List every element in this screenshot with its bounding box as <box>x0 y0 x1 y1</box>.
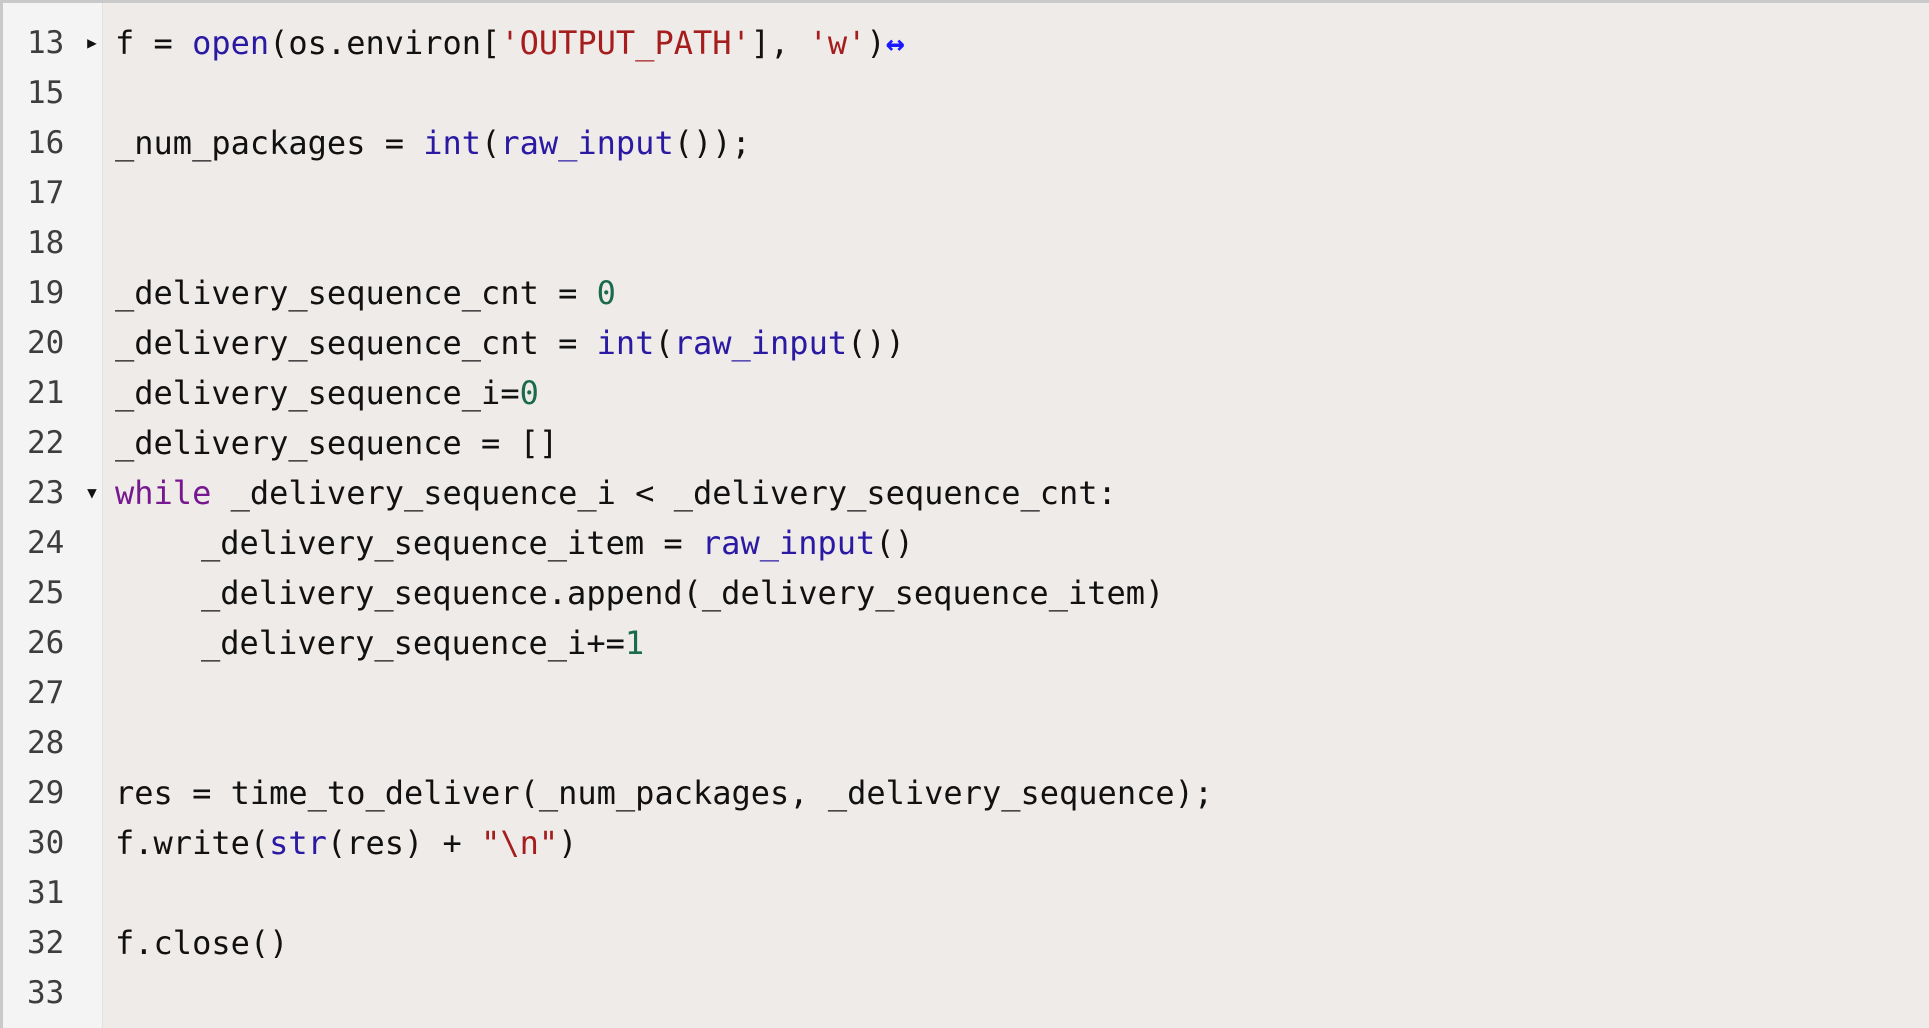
code-token: _delivery_sequence_i+= <box>201 624 625 662</box>
fold-collapsed-icon[interactable]: ▶ <box>83 20 101 66</box>
line-number: 24 <box>27 525 65 561</box>
line-number: 22 <box>27 425 65 461</box>
code-line[interactable]: 31 <box>3 870 1929 920</box>
code-text[interactable]: _delivery_sequence_cnt = 0 <box>115 270 616 316</box>
line-number: 25 <box>27 575 65 611</box>
code-line[interactable]: 32 f.close() <box>3 920 1929 970</box>
code-text[interactable]: _delivery_sequence_item = raw_input() <box>115 520 914 566</box>
code-token: f.write( <box>115 824 270 862</box>
code-token: ()); <box>673 124 751 162</box>
line-number: 20 <box>27 325 65 361</box>
line-number: 33 <box>27 975 65 1011</box>
code-token: ], <box>750 24 809 62</box>
code-text[interactable]: f.close() <box>115 920 288 966</box>
code-token: str <box>269 824 327 862</box>
code-line[interactable]: 21 _delivery_sequence_i=0 <box>3 370 1929 420</box>
code-token: res = time_to_deliver(_num_packages, _de… <box>115 774 1214 812</box>
code-token: ) <box>866 24 886 62</box>
code-token: _delivery_sequence_i= <box>115 374 520 412</box>
line-number: 21 <box>27 375 65 411</box>
collapsed-region-icon[interactable]: ↔ <box>886 24 905 62</box>
line-number: 30 <box>27 825 65 861</box>
code-token: 0 <box>596 274 616 312</box>
code-text[interactable]: while _delivery_sequence_i < _delivery_s… <box>115 470 1117 516</box>
code-token: int <box>596 324 655 362</box>
code-line[interactable]: 13 ▶ f = open(os.environ['OUTPUT_PATH'], '… <box>3 20 1929 70</box>
code-token: f = <box>115 24 193 62</box>
code-token: raw_input <box>701 524 876 562</box>
line-number: 29 <box>27 775 65 811</box>
code-text[interactable]: _delivery_sequence.append(_delivery_sequ… <box>115 570 1164 616</box>
code-line[interactable]: 22 _delivery_sequence = [] <box>3 420 1929 470</box>
code-text[interactable]: _num_packages = int(raw_input()); <box>115 120 751 166</box>
code-line[interactable]: 15 <box>3 70 1929 120</box>
code-line[interactable]: 26 _delivery_sequence_i+=1 <box>3 620 1929 670</box>
code-text[interactable]: f.write(str(res) + "\n") <box>115 820 577 866</box>
code-token: _num_packages = <box>115 124 424 162</box>
code-line[interactable]: 19 _delivery_sequence_cnt = 0 <box>3 270 1929 320</box>
code-token: 0 <box>519 374 539 412</box>
line-number: 13 <box>27 25 65 61</box>
line-number: 23 <box>27 475 65 511</box>
line-number: 17 <box>27 175 65 211</box>
code-line[interactable]: 29 res = time_to_deliver(_num_packages, _… <box>3 770 1929 820</box>
code-token: _delivery_sequence_cnt = <box>115 324 597 362</box>
code-text[interactable]: res = time_to_deliver(_num_packages, _de… <box>115 770 1213 816</box>
line-number: 15 <box>27 75 65 111</box>
code-line[interactable]: 16 _num_packages = int(raw_input()); <box>3 120 1929 170</box>
line-number: 27 <box>27 675 65 711</box>
code-token: while <box>115 474 212 512</box>
code-token: _delivery_sequence.append(_delivery_sequ… <box>201 574 1165 612</box>
code-token: _delivery_sequence_i < _delivery_sequenc… <box>211 474 1117 512</box>
code-token: f.close() <box>115 924 289 962</box>
code-token: ) <box>558 824 578 862</box>
code-token: ( <box>481 124 501 162</box>
line-number: 26 <box>27 625 65 661</box>
code-lines[interactable]: 13 ▶ f = open(os.environ['OUTPUT_PATH'], '… <box>3 20 1929 1020</box>
code-token: _delivery_sequence_item = <box>201 524 702 562</box>
line-number: 31 <box>27 875 65 911</box>
code-token: (os.environ[ <box>269 24 501 62</box>
code-token: (res) + <box>326 824 482 862</box>
code-token: 'OUTPUT_PATH' <box>500 24 751 62</box>
code-line[interactable]: 24 _delivery_sequence_item = raw_input() <box>3 520 1929 570</box>
code-token: ()) <box>847 324 905 362</box>
code-token: open <box>192 24 270 62</box>
code-line[interactable]: 25 _delivery_sequence.append(_delivery_se… <box>3 570 1929 620</box>
line-number: 16 <box>27 125 65 161</box>
code-token: _delivery_sequence = [] <box>115 424 559 462</box>
fold-expanded-icon[interactable]: ▼ <box>83 470 101 516</box>
code-token: raw_input <box>500 124 674 162</box>
code-text[interactable]: _delivery_sequence_i+=1 <box>115 620 644 666</box>
code-line[interactable]: 23 ▼ while _delivery_sequence_i < _deliver… <box>3 470 1929 520</box>
code-editor[interactable]: 13 ▶ f = open(os.environ['OUTPUT_PATH'], '… <box>0 0 1929 1028</box>
code-text[interactable]: _delivery_sequence_cnt = int(raw_input()… <box>115 320 905 366</box>
code-token: ( <box>654 324 674 362</box>
code-text[interactable]: f = open(os.environ['OUTPUT_PATH'], 'w')… <box>115 20 905 66</box>
code-line[interactable]: 28 <box>3 720 1929 770</box>
code-line[interactable]: 17 <box>3 170 1929 220</box>
code-line[interactable]: 18 <box>3 220 1929 270</box>
code-token: 'w' <box>808 24 867 62</box>
code-line[interactable]: 33 <box>3 970 1929 1020</box>
code-token: int <box>423 124 482 162</box>
line-number: 28 <box>27 725 65 761</box>
code-line[interactable]: 30 f.write(str(res) + "\n") <box>3 820 1929 870</box>
code-token: () <box>875 524 914 562</box>
line-number: 32 <box>27 925 65 961</box>
code-text[interactable]: _delivery_sequence = [] <box>115 420 558 466</box>
code-token: raw_input <box>673 324 848 362</box>
code-line[interactable]: 20 _delivery_sequence_cnt = int(raw_input… <box>3 320 1929 370</box>
code-token: _delivery_sequence_cnt = <box>115 274 597 312</box>
code-text[interactable]: _delivery_sequence_i=0 <box>115 370 539 416</box>
line-number: 18 <box>27 225 65 261</box>
code-line[interactable]: 27 <box>3 670 1929 720</box>
code-token: 1 <box>624 624 645 662</box>
line-number: 19 <box>27 275 65 311</box>
code-token: "\n" <box>481 824 559 862</box>
